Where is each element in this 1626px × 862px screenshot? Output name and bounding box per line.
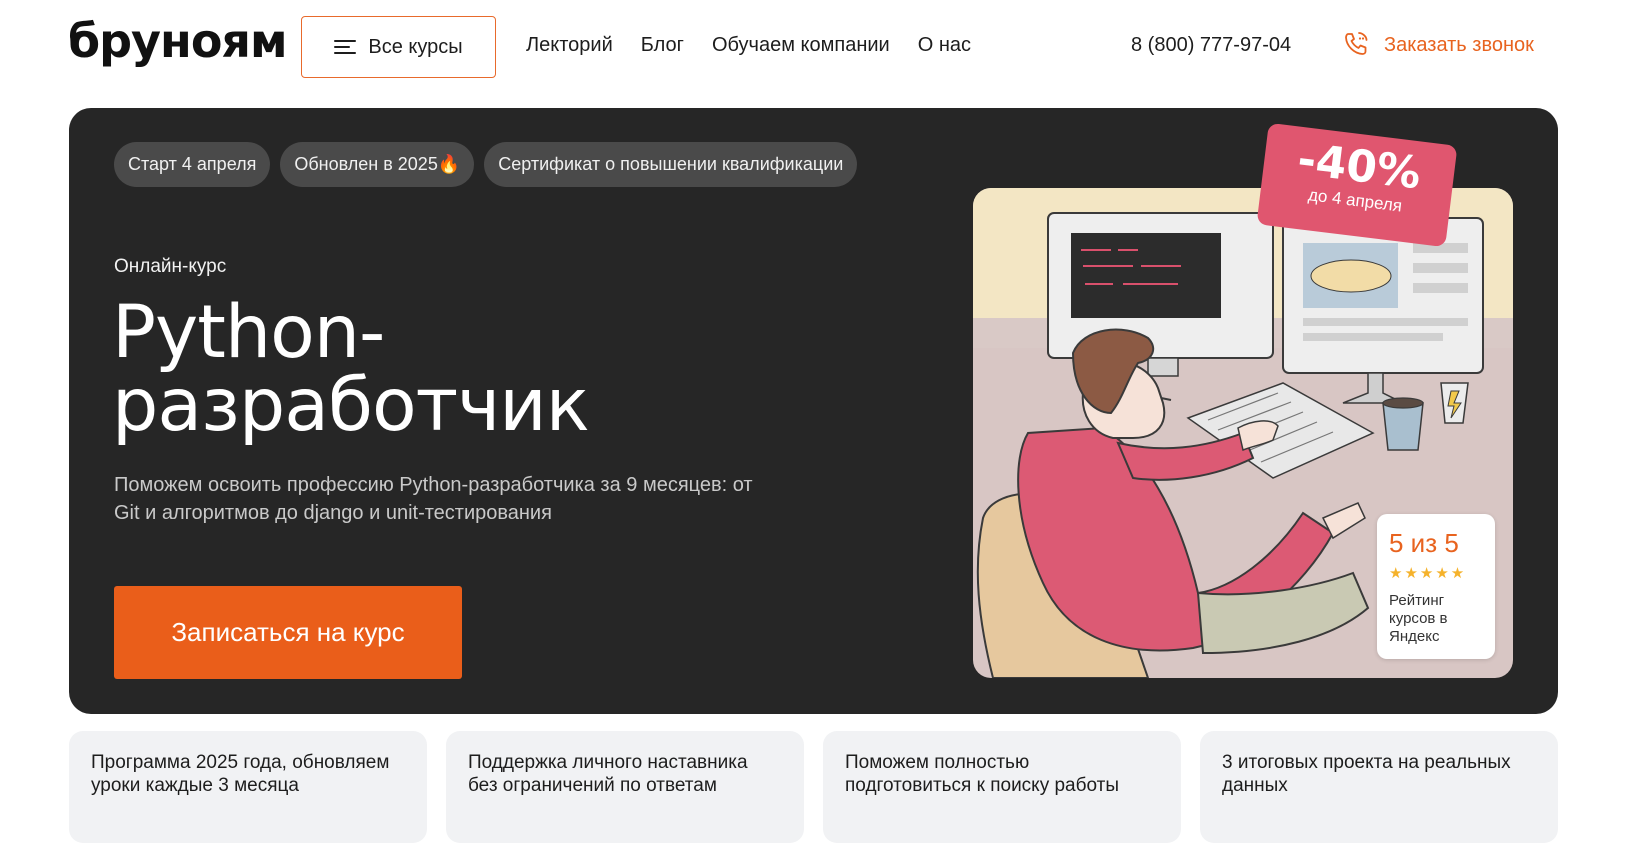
feature-card: 3 итоговых проекта на реальных данных	[1200, 731, 1558, 843]
feature-card: Программа 2025 года, обновляем уроки каж…	[69, 731, 427, 843]
rating-score: 5 из 5	[1389, 528, 1459, 558]
main-nav: Лекторий Блог Обучаем компании О нас	[526, 34, 971, 57]
all-courses-label: Все курсы	[368, 35, 463, 58]
title-line-1: Python-	[112, 290, 385, 375]
logo[interactable]: бруноям	[68, 14, 288, 68]
nav-item-lectures[interactable]: Лекторий	[526, 34, 613, 57]
phone-number[interactable]: 8 (800) 777-97-04	[1131, 34, 1291, 57]
feature-card: Поможем полностью подготовиться к поиску…	[823, 731, 1181, 843]
title-line-2: разработчик	[112, 363, 590, 448]
site-header: бруноям Все курсы Лекторий Блог Обучаем …	[0, 0, 1626, 100]
chip-start-date: Старт 4 апреля	[114, 142, 271, 187]
all-courses-button[interactable]: Все курсы	[301, 16, 496, 78]
hero-chips: Старт 4 апреля Обновлен в 2025🔥 Сертифик…	[114, 142, 858, 187]
request-call-link[interactable]: Заказать звонок	[1384, 34, 1534, 57]
chip-certificate: Сертификат о повышении квалификации	[484, 142, 858, 187]
nav-item-companies[interactable]: Обучаем компании	[712, 34, 890, 57]
enroll-button[interactable]: Записаться на курс	[114, 586, 462, 679]
rating-stars-icon: ★★★★★	[1389, 565, 1467, 582]
rating-card: 5 из 5 ★★★★★ Рейтинг курсов в Яндекс	[1377, 514, 1495, 659]
page-title: Python- разработчик	[112, 296, 812, 442]
phone-call-icon[interactable]	[1342, 30, 1370, 58]
nav-item-blog[interactable]: Блог	[641, 34, 684, 57]
chip-updated: Обновлен в 2025🔥	[280, 142, 475, 187]
course-type: Онлайн-курс	[114, 256, 227, 277]
features-row: Программа 2025 года, обновляем уроки каж…	[69, 731, 1558, 843]
rating-source: Рейтинг курсов в Яндекс	[1389, 592, 1448, 645]
feature-card: Поддержка личного наставника без огранич…	[446, 731, 804, 843]
nav-item-about[interactable]: О нас	[918, 34, 971, 57]
menu-icon	[334, 40, 357, 54]
course-description: Поможем освоить профессию Python-разрабо…	[114, 474, 753, 524]
